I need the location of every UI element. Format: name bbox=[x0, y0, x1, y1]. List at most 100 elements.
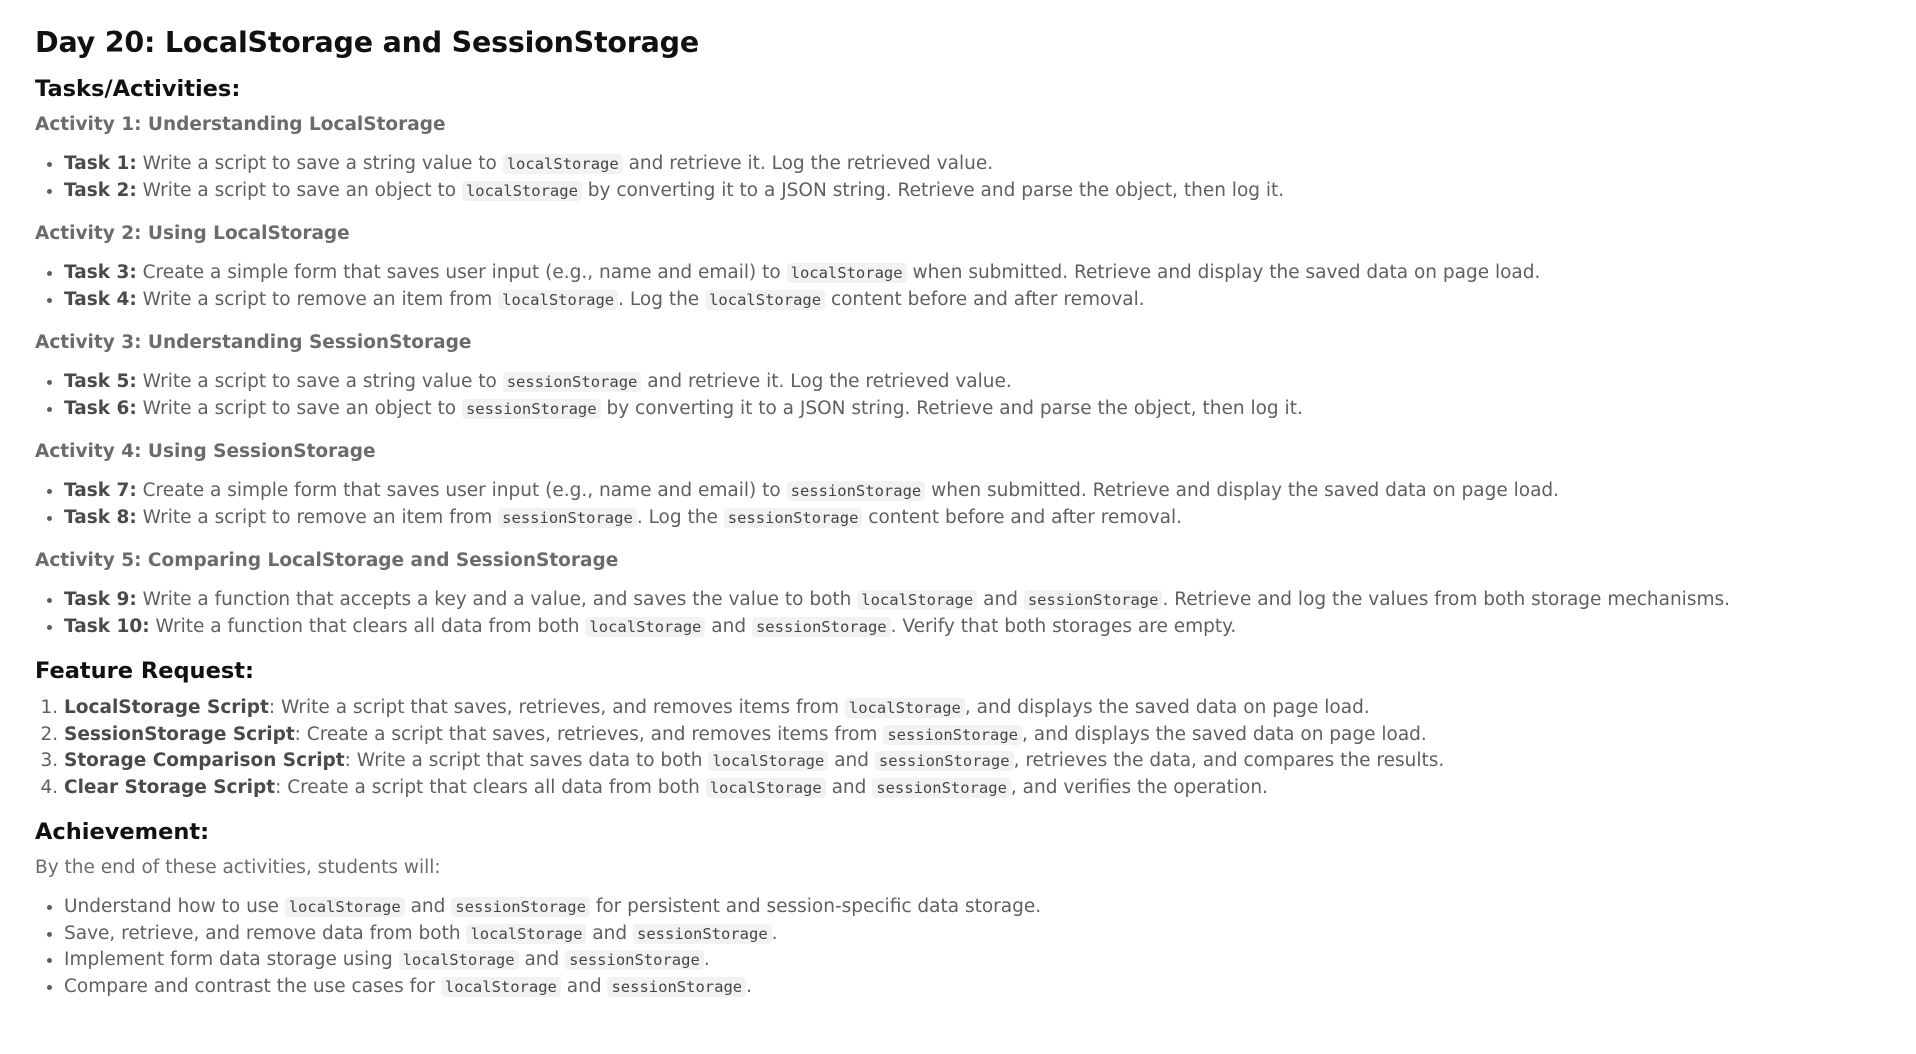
code-snippet: localStorage bbox=[585, 616, 706, 637]
code-snippet: localStorage bbox=[440, 976, 561, 997]
task-text: . Retrieve and log the values from both … bbox=[1162, 589, 1730, 611]
feature-text: and bbox=[828, 750, 875, 772]
achievement-heading: Achievement: bbox=[35, 819, 210, 846]
achievement-text: . bbox=[703, 949, 710, 971]
achievement-text: Understand how to use bbox=[64, 896, 285, 918]
task-label: Task 6: bbox=[64, 397, 137, 419]
task-text: Write a script to remove an item from bbox=[136, 288, 499, 310]
activity-heading: Activity 5: Comparing LocalStorage and S… bbox=[35, 550, 619, 572]
document: Day 20: LocalStorage and SessionStorage … bbox=[0, 0, 1916, 1000]
feature-text: , and displays the saved data on page lo… bbox=[1022, 723, 1427, 745]
achievement-text: and bbox=[560, 975, 608, 997]
task-label: Task 3: bbox=[64, 262, 137, 284]
feature-text: , and verifies the operation. bbox=[1010, 776, 1268, 798]
code-snippet: localStorage bbox=[466, 923, 587, 944]
task-text: and bbox=[705, 615, 752, 637]
feature-label: Storage Comparison Script bbox=[64, 750, 345, 772]
task-label: Task 8: bbox=[64, 506, 137, 528]
task-text: content before and after removal. bbox=[862, 506, 1182, 528]
feature-heading: Feature Request: bbox=[35, 658, 254, 685]
code-snippet: sessionStorage bbox=[461, 398, 601, 419]
achievement-text: Save, retrieve, and remove data from bot… bbox=[64, 922, 467, 944]
task-text: Write a function that accepts a key and … bbox=[136, 589, 858, 611]
feature-text: and bbox=[825, 776, 873, 798]
achievement-text: and bbox=[404, 896, 452, 918]
activity-heading: Activity 2: Using LocalStorage bbox=[35, 223, 350, 245]
code-snippet: localStorage bbox=[498, 289, 619, 310]
tasks-heading: Tasks/Activities: bbox=[35, 76, 241, 103]
task-label: Task 4: bbox=[64, 288, 137, 310]
code-snippet: localStorage bbox=[844, 698, 965, 719]
achievement-text: and bbox=[518, 949, 566, 971]
task-text: Write a script to save a string value to bbox=[136, 153, 503, 175]
list-item: LocalStorage Script: Write a script that… bbox=[64, 695, 1882, 722]
task-list: Task 5: Write a script to save a string … bbox=[35, 369, 1882, 422]
task-text: Write a script to remove an item from bbox=[136, 506, 499, 528]
task-list: Task 7: Create a simple form that saves … bbox=[35, 478, 1882, 531]
list-item: Task 2: Write a script to save an object… bbox=[64, 178, 1882, 205]
task-text: Create a simple form that saves user inp… bbox=[136, 262, 787, 284]
task-text: Create a simple form that saves user inp… bbox=[136, 480, 787, 502]
task-label: Task 7: bbox=[64, 480, 137, 502]
list-item: Save, retrieve, and remove data from bot… bbox=[64, 921, 1882, 948]
list-item: Task 5: Write a script to save a string … bbox=[64, 369, 1882, 396]
task-label: Task 10: bbox=[64, 615, 150, 637]
code-snippet: localStorage bbox=[857, 590, 978, 611]
task-label: Task 2: bbox=[64, 179, 137, 201]
code-snippet: localStorage bbox=[461, 180, 582, 201]
task-text: by converting it to a JSON string. Retri… bbox=[581, 179, 1285, 201]
feature-label: LocalStorage Script bbox=[64, 697, 269, 719]
activity-heading: Activity 3: Understanding SessionStorage bbox=[35, 332, 472, 354]
code-snippet: sessionStorage bbox=[872, 777, 1011, 798]
feature-label: Clear Storage Script bbox=[64, 776, 276, 798]
achievement-text: Implement form data storage using bbox=[64, 949, 399, 971]
code-snippet: sessionStorage bbox=[883, 724, 1022, 745]
task-text: Write a script to save an object to bbox=[136, 179, 462, 201]
task-text: Write a script to save an object to bbox=[136, 397, 462, 419]
list-item: Task 6: Write a script to save an object… bbox=[64, 396, 1882, 423]
task-text: when submitted. Retrieve and display the… bbox=[906, 262, 1541, 284]
list-item: Clear Storage Script: Create a script th… bbox=[64, 775, 1882, 802]
task-text: and retrieve it. Log the retrieved value… bbox=[641, 371, 1012, 393]
task-text: and retrieve it. Log the retrieved value… bbox=[622, 153, 994, 175]
list-item: Task 3: Create a simple form that saves … bbox=[64, 260, 1882, 287]
code-snippet: sessionStorage bbox=[1023, 590, 1163, 611]
achievement-intro: By the end of these activities, students… bbox=[35, 857, 441, 879]
feature-list: LocalStorage Script: Write a script that… bbox=[35, 695, 1882, 801]
achievement-text: for persistent and session-specific data… bbox=[589, 896, 1042, 918]
task-list: Task 1: Write a script to save a string … bbox=[35, 151, 1882, 204]
task-text: . Log the bbox=[636, 506, 724, 528]
code-snippet: sessionStorage bbox=[786, 481, 926, 502]
task-text: by converting it to a JSON string. Retri… bbox=[600, 397, 1303, 419]
activity-heading: Activity 4: Using SessionStorage bbox=[35, 441, 376, 463]
list-item: Task 1: Write a script to save a string … bbox=[64, 151, 1882, 178]
code-snippet: localStorage bbox=[502, 154, 623, 175]
list-item: Task 9: Write a function that accepts a … bbox=[64, 587, 1882, 614]
code-snippet: localStorage bbox=[705, 777, 826, 798]
task-text: Write a function that clears all data fr… bbox=[149, 615, 586, 637]
code-snippet: sessionStorage bbox=[498, 507, 637, 528]
list-item: Storage Comparison Script: Write a scrip… bbox=[64, 748, 1882, 775]
list-item: Implement form data storage using localS… bbox=[64, 947, 1882, 974]
feature-text: , retrieves the data, and compares the r… bbox=[1013, 750, 1445, 772]
list-item: Task 8: Write a script to remove an item… bbox=[64, 505, 1882, 532]
achievement-text: . bbox=[771, 922, 778, 944]
task-label: Task 5: bbox=[64, 371, 137, 393]
code-snippet: sessionStorage bbox=[633, 923, 772, 944]
code-snippet: localStorage bbox=[284, 897, 405, 918]
list-item: SessionStorage Script: Create a script t… bbox=[64, 722, 1882, 749]
list-item: Task 10: Write a function that clears al… bbox=[64, 614, 1882, 641]
code-snippet: sessionStorage bbox=[723, 507, 863, 528]
code-snippet: localStorage bbox=[705, 289, 826, 310]
task-text: when submitted. Retrieve and display the… bbox=[925, 480, 1560, 502]
task-text: . Verify that both storages are empty. bbox=[890, 615, 1237, 637]
task-list: Task 3: Create a simple form that saves … bbox=[35, 260, 1882, 313]
code-snippet: sessionStorage bbox=[451, 897, 590, 918]
code-snippet: localStorage bbox=[708, 751, 829, 772]
feature-text: , and displays the saved data on page lo… bbox=[964, 697, 1370, 719]
task-text: Write a script to save a string value to bbox=[136, 371, 503, 393]
code-snippet: sessionStorage bbox=[565, 950, 704, 971]
task-text: . Log the bbox=[618, 288, 706, 310]
task-text: content before and after removal. bbox=[825, 288, 1145, 310]
list-item: Task 7: Create a simple form that saves … bbox=[64, 478, 1882, 505]
